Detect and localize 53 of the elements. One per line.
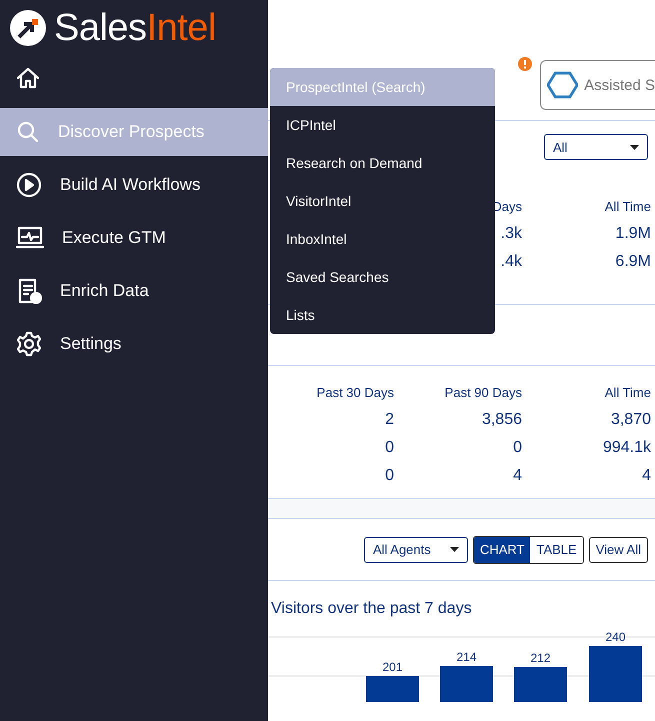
ai-hexagon-icon [547,70,578,100]
table-cell-text: .4k [500,252,522,272]
table-cell-text: 1.9M [615,224,651,244]
table-cell-text: 4 [642,466,651,486]
chart-title: Visitors over the past 7 days [270,599,473,619]
table-cell-text: 0 [513,438,522,458]
table-cell-text: 0 [385,438,394,458]
bar-value-label: 201 [382,660,403,674]
menu-item[interactable]: Research on Demand [270,144,495,182]
sidebar-item[interactable]: Build AI Workflows [0,161,268,209]
bar [514,667,567,702]
menu-item[interactable]: Lists [270,296,495,334]
bar-value-label: 214 [456,650,477,664]
bar-value-label: 212 [530,651,551,665]
bar-value-label: 240 [605,630,626,644]
home-icon[interactable] [16,66,40,90]
caret-icon [630,144,639,150]
logo-icon [10,10,46,46]
menu-item[interactable]: ICPIntel [270,106,495,144]
alert-icon [518,57,532,71]
assisted-button[interactable]: Assisted S [540,60,655,110]
bar [366,676,419,702]
menu-item[interactable]: InboxIntel [270,220,495,258]
bar [440,666,493,702]
table-cell-text: 3,856 [482,410,522,430]
table-cell-text: .3k [500,224,522,244]
menu-item[interactable]: VisitorIntel [270,182,495,220]
monitor-icon [16,226,44,250]
search-icon [16,120,40,144]
column-header: Past 30 Days [316,384,394,402]
bar [589,646,642,702]
sidebar-item[interactable]: Enrich Data [0,267,268,315]
sidebar-item[interactable]: Settings [0,320,268,368]
table-cell-text: 4 [513,466,522,486]
menu-item[interactable]: Saved Searches [270,258,495,296]
column-header: Past 90 Days [444,384,522,402]
table-cell-text: 3,870 [610,410,651,430]
column-header: All Time [604,198,651,216]
filter-select[interactable]: All [544,134,648,160]
table-cell-text: 994.1k [602,438,651,458]
caret-icon [450,547,459,552]
column-header: All Time [604,384,651,402]
play-icon [16,172,42,198]
table-cell-text: 2 [385,410,394,430]
agent-select[interactable]: All Agents [364,536,468,562]
settings-icon [16,331,42,357]
view-all-button[interactable]: View All [588,536,648,562]
view-toggle-tab[interactable]: CHART [474,536,530,562]
logo-text: SalesIntel [54,8,216,48]
document-user-icon [16,278,42,304]
table-cell-text: 0 [385,466,394,486]
sidebar-item[interactable]: Execute GTM [0,214,268,262]
table-cell-text: 6.9M [615,252,651,272]
